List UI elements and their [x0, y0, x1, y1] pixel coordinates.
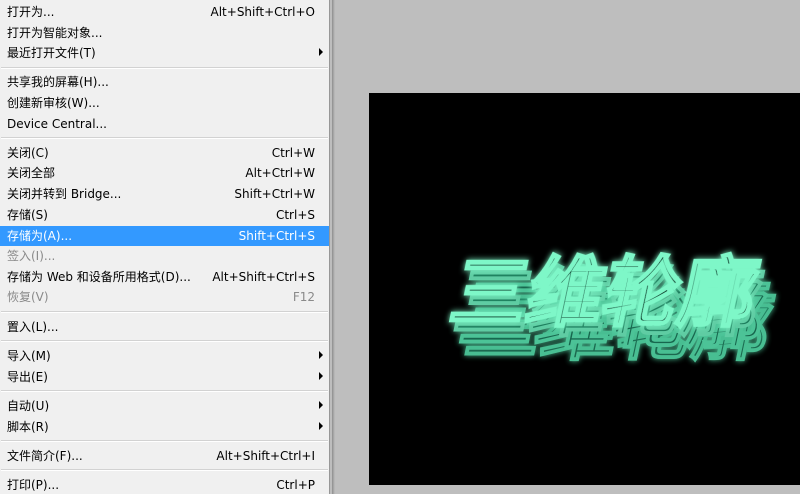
document-canvas[interactable]: 三维轮廓 三维轮廓 三维轮廓 三维轮廓 — [369, 93, 800, 485]
menu-item-close[interactable]: 关闭(C) Ctrl+W — [0, 143, 329, 163]
menu-item-recent-files[interactable]: 最近打开文件(T) — [0, 43, 329, 63]
menu-item-shortcut: Alt+Shift+Ctrl+I — [216, 449, 315, 463]
menu-item-label: 最近打开文件(T) — [7, 46, 96, 60]
menu-separator — [1, 390, 328, 392]
menu-separator — [1, 440, 328, 442]
glowing-3d-text-artwork: 三维轮廓 三维轮廓 三维轮廓 三维轮廓 — [442, 249, 781, 373]
menu-item-label: 打开为... — [7, 5, 55, 19]
menu-item-shortcut: Ctrl+P — [276, 478, 315, 492]
menu-item-shortcut: Alt+Shift+Ctrl+S — [212, 270, 315, 284]
menu-item-save-as[interactable]: 存储为(A)... Shift+Ctrl+S — [0, 226, 329, 246]
menu-item-label: 导出(E) — [7, 370, 48, 384]
menu-item-label: 关闭全部 — [7, 166, 56, 180]
menu-item-close-go-bridge[interactable]: 关闭并转到 Bridge... Shift+Ctrl+W — [0, 184, 329, 204]
submenu-arrow-icon — [319, 351, 323, 359]
menu-item-revert[interactable]: 恢复(V) F12 — [0, 287, 329, 307]
menu-item-label: 关闭(C) — [7, 146, 49, 160]
menu-item-shortcut: Shift+Ctrl+W — [234, 187, 315, 201]
menu-item-open-as-smart-object[interactable]: 打开为智能对象... — [0, 23, 329, 43]
menu-item-save-for-web[interactable]: 存储为 Web 和设备所用格式(D)... Alt+Shift+Ctrl+S — [0, 267, 329, 287]
submenu-arrow-icon — [319, 422, 323, 430]
submenu-arrow-icon — [319, 48, 323, 56]
menu-item-save[interactable]: 存储(S) Ctrl+S — [0, 205, 329, 225]
menu-item-label: 签入(I)... — [7, 249, 56, 263]
menu-item-label: 存储为 Web 和设备所用格式(D)... — [7, 270, 191, 284]
menu-separator — [1, 67, 328, 69]
menu-item-scripts[interactable]: 脚本(R) — [0, 417, 329, 437]
menu-item-label: 导入(M) — [7, 349, 51, 363]
menu-item-export[interactable]: 导出(E) — [0, 367, 329, 387]
menu-item-label: 打开为智能对象... — [7, 26, 103, 40]
menu-item-shortcut: Ctrl+W — [271, 146, 315, 160]
workspace-shadow — [332, 0, 335, 494]
menu-item-automate[interactable]: 自动(U) — [0, 396, 329, 416]
submenu-arrow-icon — [319, 372, 323, 380]
menu-item-label: Device Central... — [7, 117, 107, 131]
menu-item-label: 共享我的屏幕(H)... — [7, 75, 109, 89]
menu-item-label: 存储为(A)... — [7, 229, 73, 243]
file-menu: 打开为... Alt+Shift+Ctrl+O 打开为智能对象... 最近打开文… — [0, 0, 330, 494]
menu-item-label: 置入(L)... — [7, 320, 59, 334]
menu-item-shortcut: Ctrl+S — [275, 208, 315, 222]
menu-item-label: 脚本(R) — [7, 420, 49, 434]
menu-item-open-as[interactable]: 打开为... Alt+Shift+Ctrl+O — [0, 2, 329, 22]
menu-item-check-in[interactable]: 签入(I)... — [0, 246, 329, 266]
art-text-face: 三维轮廓 — [443, 250, 766, 338]
menu-item-shortcut: Alt+Shift+Ctrl+O — [210, 5, 315, 19]
menu-separator — [1, 340, 328, 342]
menu-item-label: 存储(S) — [7, 208, 48, 222]
menu-item-print[interactable]: 打印(P)... Ctrl+P — [0, 475, 329, 494]
menu-item-shortcut: F12 — [292, 290, 315, 304]
menu-item-label: 创建新审核(W)... — [7, 96, 100, 110]
workspace: 三维轮廓 三维轮廓 三维轮廓 三维轮廓 — [332, 0, 800, 494]
menu-item-label: 关闭并转到 Bridge... — [7, 187, 122, 201]
menu-item-file-info[interactable]: 文件简介(F)... Alt+Shift+Ctrl+I — [0, 446, 329, 466]
menu-item-share-screen[interactable]: 共享我的屏幕(H)... — [0, 72, 329, 92]
menu-item-shortcut: Shift+Ctrl+S — [238, 229, 315, 243]
menu-item-label: 文件简介(F)... — [7, 449, 83, 463]
menu-item-label: 打印(P)... — [7, 478, 60, 492]
menu-item-device-central[interactable]: Device Central... — [0, 114, 329, 134]
menu-item-label: 自动(U) — [7, 399, 50, 413]
menu-item-create-review[interactable]: 创建新审核(W)... — [0, 93, 329, 113]
submenu-arrow-icon — [319, 401, 323, 409]
menu-item-close-all[interactable]: 关闭全部 Alt+Ctrl+W — [0, 163, 329, 183]
menu-item-label: 恢复(V) — [7, 290, 49, 304]
menu-separator — [1, 311, 328, 313]
menu-separator — [1, 469, 328, 471]
menu-item-shortcut: Alt+Ctrl+W — [245, 166, 315, 180]
menu-separator — [1, 137, 328, 139]
menu-item-place[interactable]: 置入(L)... — [0, 317, 329, 337]
menu-item-import[interactable]: 导入(M) — [0, 346, 329, 366]
